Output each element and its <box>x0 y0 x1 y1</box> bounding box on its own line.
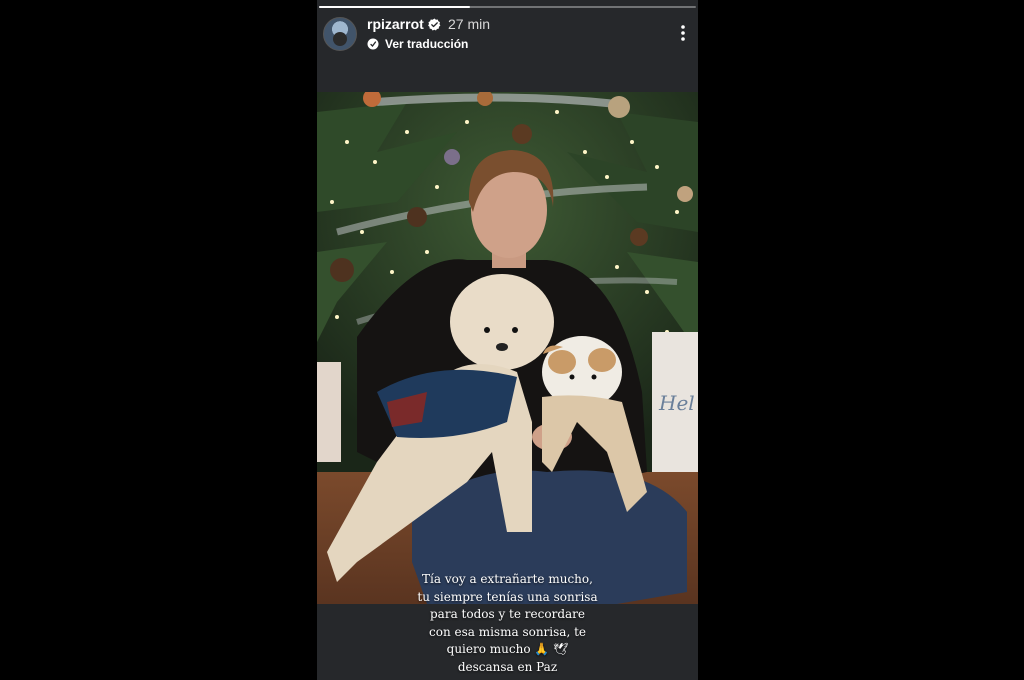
more-options-icon[interactable] <box>680 24 686 42</box>
caption-line: descansa en Paz <box>457 659 558 674</box>
story-caption: Tía voy a extrañarte mucho, tu siempre t… <box>337 571 678 676</box>
translate-label: Ver traducción <box>385 37 469 51</box>
story-progress-fill <box>319 6 470 8</box>
caption-line: Tía voy a extrañarte mucho, <box>422 572 593 586</box>
story-photo: Hel <box>317 92 698 604</box>
caption-line: tu siempre tenías una sonrisa <box>417 589 598 604</box>
caption-line: quiero mucho 🙏 🕊 <box>446 642 569 656</box>
post-time: 27 min <box>448 16 491 32</box>
caption-line: con esa misma sonrisa, te <box>429 624 586 639</box>
photo-illustration: Hel <box>317 92 698 604</box>
story-progress-bar <box>319 6 696 8</box>
story-viewer[interactable]: rpizarrot 27 min Ver traducción Hel Tía … <box>317 0 698 680</box>
gift-box-text: Hel <box>658 391 695 415</box>
translate-icon <box>367 38 379 50</box>
caption-line: para todos y te recordare <box>430 607 585 621</box>
username[interactable]: rpizarrot <box>367 16 424 32</box>
translate-button[interactable]: Ver traducción <box>367 36 468 52</box>
story-header: rpizarrot 27 min Ver traducción <box>317 10 698 60</box>
verified-badge-icon <box>428 18 441 31</box>
avatar[interactable] <box>323 17 357 51</box>
